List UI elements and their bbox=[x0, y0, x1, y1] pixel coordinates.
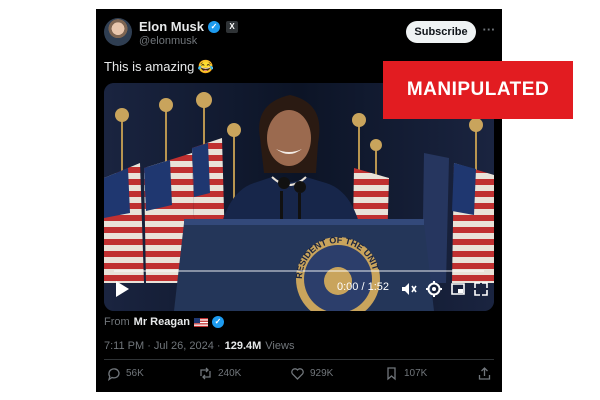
repost-button[interactable]: 240K bbox=[198, 366, 241, 381]
post-meta: 7:11 PM · Jul 26, 2024 · 129.4M Views bbox=[104, 340, 294, 352]
bookmark-count: 107K bbox=[404, 368, 428, 379]
video-attribution: From Mr Reagan ✓ bbox=[104, 316, 224, 328]
timestamp[interactable]: 7:11 PM · Jul 26, 2024 · bbox=[104, 340, 221, 352]
repost-count: 240K bbox=[218, 368, 242, 379]
verified-badge-icon: ✓ bbox=[208, 20, 221, 33]
views-label: Views bbox=[265, 340, 295, 352]
fullscreen-icon[interactable] bbox=[472, 280, 490, 298]
reply-icon bbox=[107, 368, 120, 381]
avatar[interactable] bbox=[104, 18, 132, 46]
divider bbox=[104, 359, 494, 360]
from-label: From bbox=[104, 316, 130, 328]
video-progress-bar[interactable] bbox=[114, 270, 484, 272]
pip-icon[interactable] bbox=[449, 280, 467, 298]
like-count: 929K bbox=[310, 368, 334, 379]
more-options-icon[interactable]: ··· bbox=[481, 20, 497, 40]
views-count: 129.4M bbox=[224, 340, 262, 352]
reply-count: 56K bbox=[126, 368, 144, 379]
share-button[interactable] bbox=[477, 366, 492, 381]
bookmark-button[interactable]: 107K bbox=[384, 366, 427, 381]
video-time: 0:00 / 1:52 bbox=[337, 281, 389, 293]
us-flag-icon bbox=[193, 317, 208, 327]
bookmark-icon bbox=[387, 367, 396, 381]
manipulated-label: MANIPULATED bbox=[383, 61, 573, 119]
play-icon[interactable] bbox=[114, 280, 130, 298]
share-icon bbox=[478, 367, 491, 380]
author-name[interactable]: Elon Musk bbox=[139, 19, 204, 34]
verified-badge-icon: ✓ bbox=[211, 316, 224, 328]
tweet-text: This is amazing 😂 bbox=[104, 59, 215, 74]
like-button[interactable]: 929K bbox=[290, 366, 333, 381]
action-bar: 56K 240K 929K 107K bbox=[96, 366, 502, 386]
repost-icon bbox=[200, 367, 211, 380]
reply-button[interactable]: 56K bbox=[106, 366, 144, 381]
author-handle[interactable]: @elonmusk bbox=[139, 35, 197, 47]
like-icon bbox=[291, 368, 304, 380]
subscribe-button[interactable]: Subscribe bbox=[406, 21, 476, 43]
author-row: Elon Musk ✓ X bbox=[139, 19, 239, 34]
volume-mute-icon[interactable] bbox=[400, 280, 418, 298]
video-controls: 0:00 / 1:52 bbox=[104, 278, 494, 300]
settings-icon[interactable] bbox=[425, 280, 443, 298]
x-affiliate-icon[interactable]: X bbox=[226, 20, 239, 33]
from-name[interactable]: Mr Reagan bbox=[134, 316, 190, 328]
